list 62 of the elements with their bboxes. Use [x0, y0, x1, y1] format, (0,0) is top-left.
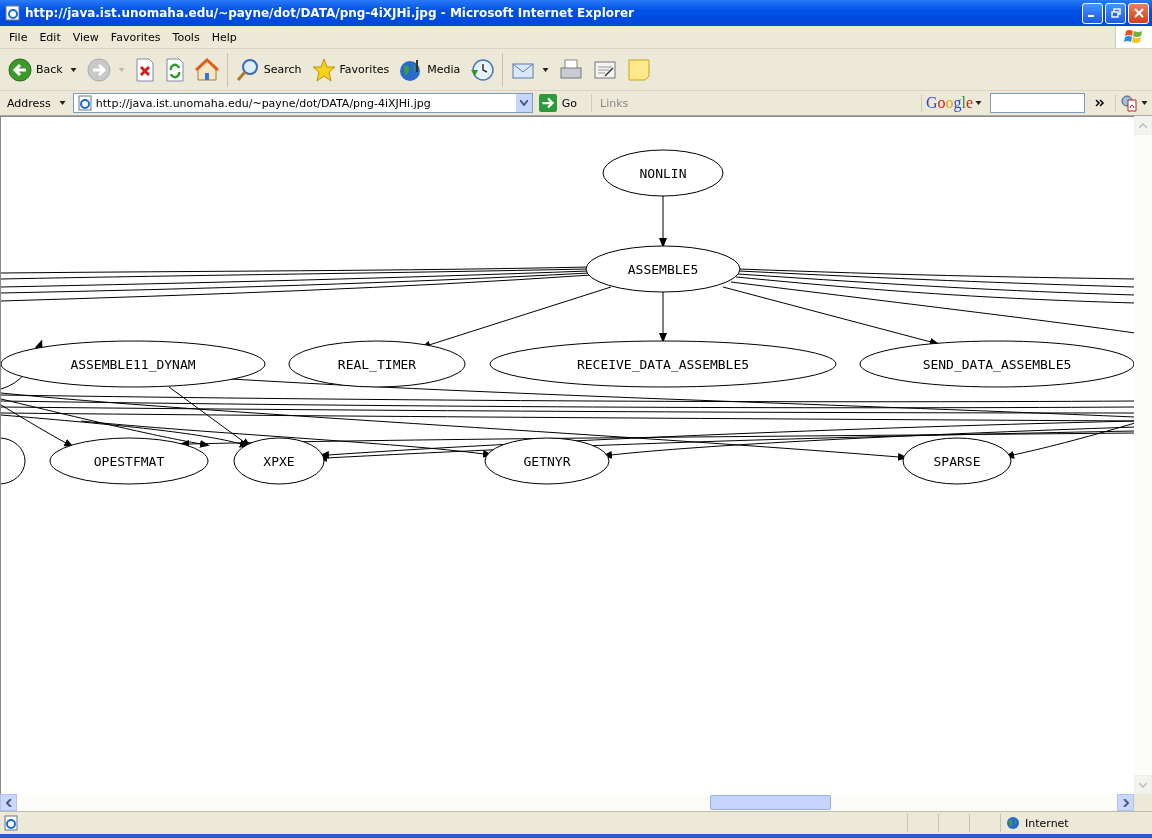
globe-icon — [1006, 816, 1020, 830]
refresh-icon — [164, 57, 185, 82]
dropdown-button[interactable] — [515, 94, 532, 112]
node-label: RECEIVE_DATA_ASSEMBLE5 — [576, 357, 750, 372]
page-icon — [5, 5, 21, 21]
restore-button[interactable] — [1105, 2, 1126, 24]
back-button[interactable]: Back — [4, 55, 81, 84]
edge-arrow — [659, 291, 667, 343]
search-field[interactable] — [990, 93, 1085, 113]
search-button[interactable]: Search — [231, 55, 306, 84]
menu-item[interactable]: Edit — [33, 30, 67, 44]
page-icon — [76, 95, 93, 111]
minimize-button[interactable] — [1082, 2, 1103, 24]
minimize-icon — [1087, 15, 1094, 17]
caret-icon — [1141, 101, 1148, 105]
address-field[interactable]: http://java.ist.unomaha.edu/~payne/dot/DATA/png-4iXJHi.jpg — [72, 93, 533, 113]
node-label: ASSEMBLE5 — [627, 262, 699, 277]
chevron-down-icon — [1139, 781, 1147, 788]
pdf-icon — [1120, 94, 1138, 112]
go-button[interactable]: Go — [536, 94, 593, 112]
printer-icon — [559, 57, 584, 82]
menu-item[interactable]: Help — [205, 30, 243, 44]
menu-item[interactable]: Tools — [166, 30, 206, 44]
scroll-thumb[interactable] — [710, 795, 831, 810]
menu-item[interactable]: File — [3, 30, 34, 44]
google-menu[interactable]: Google — [920, 94, 986, 112]
address-menu[interactable]: Address — [4, 96, 69, 110]
node-label: OPESTFMAT — [93, 454, 165, 469]
node-label: SEND_DATA_ASSEMBLE5 — [922, 357, 1072, 372]
vertical-scrollbar[interactable] — [1134, 116, 1152, 794]
node-label: REAL_TIMER — [337, 357, 417, 372]
node-label: SPARSE — [933, 454, 981, 469]
search-icon — [235, 57, 260, 82]
node-label: XPXE — [263, 454, 295, 469]
page-icon — [3, 815, 19, 831]
chevron-up-icon — [1139, 122, 1147, 129]
favorites-button[interactable]: Favorites — [307, 55, 394, 84]
zone-label: Internet — [1025, 816, 1069, 830]
node-label: NONLIN — [639, 166, 687, 181]
media-button[interactable]: Media — [395, 55, 465, 84]
sticky-note-icon — [627, 57, 652, 82]
node-label: GETNYR — [523, 454, 571, 469]
chevron-down-icon — [519, 100, 528, 106]
stop-icon — [134, 57, 155, 82]
caret-icon — [58, 101, 66, 105]
window-title: http://java.ist.unomaha.edu/~payne/dot/DATA/png-4iXJHi.jpg - Microsoft Internet Explorer — [25, 6, 635, 20]
chevron-right-icon — [1122, 798, 1129, 807]
arrow-right-icon — [538, 94, 557, 112]
edge-arrow — [659, 195, 667, 248]
close-button[interactable] — [1128, 2, 1149, 24]
node-label: ASSEMBLE11_DYNAM — [70, 357, 196, 372]
close-icon — [1133, 8, 1144, 18]
star-icon — [311, 57, 336, 82]
restore-icon — [1110, 8, 1121, 18]
chevron-icon[interactable] — [1095, 99, 1105, 107]
clock-icon — [470, 57, 495, 82]
home-icon — [194, 57, 219, 82]
chevron-left-icon — [5, 798, 12, 807]
menu-item[interactable]: View — [66, 30, 105, 44]
caret-icon — [975, 101, 982, 105]
menu-item[interactable]: Favorites — [104, 30, 167, 44]
horizontal-scrollbar[interactable] — [0, 794, 1152, 811]
